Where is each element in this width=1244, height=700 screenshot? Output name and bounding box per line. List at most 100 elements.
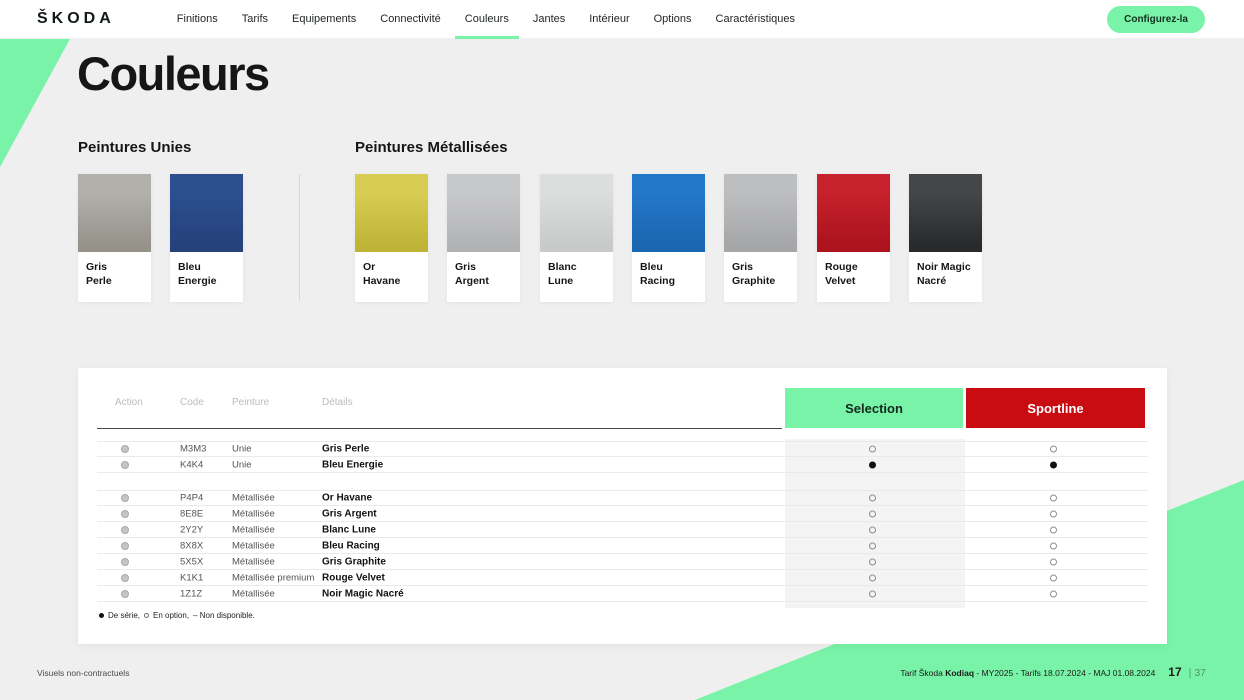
nav-item-tarifs[interactable]: Tarifs [230,0,280,39]
color-table-card: Action Code Peinture Détails Selection S… [78,368,1167,644]
preview-color-icon[interactable] [121,445,129,453]
legend-na-label: – Non disponible. [193,611,255,620]
section-divider [299,174,300,301]
skoda-logo: ŠKODA [37,10,115,28]
availability-sportline-serie [1050,461,1057,468]
swatch-color-block [447,174,520,252]
paint-name: Gris Argent [322,508,377,519]
nav-item-connectivite[interactable]: Connectivité [368,0,453,39]
preview-color-icon[interactable] [121,461,129,469]
color-rows: M3M3UnieGris Perle K4K4 Unie Bleu Energie P4… [97,441,1148,602]
paint-type: Unie [232,459,252,470]
footer-document-info: Tarif Škoda Kodiaq - MY2025 - Tarifs 18.… [900,665,1206,679]
page: ŠKODA FinitionsTarifsEquipementsConnecti… [0,0,1244,700]
availability-selection-option [869,495,876,502]
page-title: Couleurs [77,46,269,101]
availability-selection-option [869,542,876,549]
nav-item-options[interactable]: Options [642,0,704,39]
nav-item-couleurs[interactable]: Couleurs [453,0,521,39]
section-title-metallisees: Peintures Métallisées [355,139,508,156]
swatch-label: Or Havane [355,252,428,289]
table-row-p4p4: P4P4MétalliséeOr Havane [97,490,1148,506]
configure-button[interactable]: Configurez-la [1107,6,1205,33]
paint-type: Métallisée [232,540,275,551]
swatch-label: Blanc Lune [540,252,613,289]
swatch-color-block [724,174,797,252]
table-row-k1k1: K1K1Métallisée premiumRouge Velvet [97,570,1148,586]
availability-sportline-option [1050,542,1057,549]
paint-type: Métallisée premium [232,572,314,583]
availability-selection-option [869,574,876,581]
table-row-8e8e: 8E8E Métallisée Gris Argent [97,506,1148,522]
preview-color-icon[interactable] [121,494,129,502]
paint-code: M3M3 [180,444,206,455]
paint-type: Métallisée [232,588,275,599]
paint-code: K1K1 [180,572,203,583]
nav-item-finitions[interactable]: Finitions [165,0,230,39]
legend-serie-label: De série, [108,611,140,620]
paint-name: Bleu Energie [322,459,383,470]
main-nav: FinitionsTarifsEquipementsConnectivitéCo… [165,0,807,39]
swatch-label: Rouge Velvet [817,252,890,289]
column-header-details: Détails [322,397,353,408]
paint-name: Noir Magic Nacré [322,588,404,599]
trim-header-selection: Selection [785,388,963,428]
preview-color-icon[interactable] [121,510,129,518]
paint-type: Métallisée [232,524,275,535]
swatch-color-block [540,174,613,252]
swatch-label: Bleu Racing [632,252,705,289]
paint-name: Or Havane [322,493,372,504]
swatch-label: Noir Magic Nacré [909,252,982,289]
swatch-blanc-lune[interactable]: Blanc Lune [540,174,613,302]
swatch-gris-graphite[interactable]: Gris Graphite [724,174,797,302]
page-number: 17 [1168,665,1181,679]
preview-color-icon[interactable] [121,526,129,534]
paint-code: P4P4 [180,493,203,504]
nav-item-caracteristiques[interactable]: Caractéristiques [704,0,807,39]
table-legend: De série, En option, – Non disponible. [99,611,255,620]
table-row-1z1z: 1Z1ZMétalliséeNoir Magic Nacré [97,586,1148,602]
nav-item-jantes[interactable]: Jantes [521,0,577,39]
swatch-gris-argent[interactable]: Gris Argent [447,174,520,302]
availability-selection-serie [869,461,876,468]
availability-sportline-option [1050,574,1057,581]
paint-name: Gris Graphite [322,556,386,567]
swatch-label: Gris Argent [447,252,520,289]
availability-selection-option [869,590,876,597]
paint-code: 8X8X [180,540,203,551]
availability-sportline-option [1050,526,1057,533]
column-header-peinture: Peinture [232,397,269,408]
preview-color-icon[interactable] [121,542,129,550]
paint-type: Métallisée [232,508,275,519]
preview-color-icon[interactable] [121,574,129,582]
paint-code: K4K4 [180,459,203,470]
availability-selection-option [869,510,876,517]
availability-sportline-option [1050,446,1057,453]
swatch-rouge-velvet[interactable]: Rouge Velvet [817,174,890,302]
swatch-noir magic-nacre[interactable]: Noir Magic Nacré [909,174,982,302]
preview-color-icon[interactable] [121,590,129,598]
swatch-bleu-racing[interactable]: Bleu Racing [632,174,705,302]
paint-name: Gris Perle [322,444,369,455]
paint-name: Bleu Racing [322,540,380,551]
availability-selection-option [869,446,876,453]
legend-option-label: En option, [153,611,189,620]
row-group: M3M3UnieGris Perle K4K4 Unie Bleu Energie [97,441,1148,473]
swatch-label: Bleu Energie [170,252,243,289]
nav-item-interieur[interactable]: Intérieur [577,0,641,39]
paint-code: 8E8E [180,508,203,519]
swatch-color-block [78,174,151,252]
page-total: | 37 [1189,667,1206,679]
preview-color-icon[interactable] [121,558,129,566]
availability-sportline-option [1050,510,1057,517]
legend-serie-icon [99,613,104,618]
nav-item-equipements[interactable]: Equipements [280,0,368,39]
swatch-gris-perle[interactable]: Gris Perle [78,174,151,302]
footer-disclaimer: Visuels non-contractuels [37,668,129,678]
paint-name: Blanc Lune [322,524,376,535]
table-row-m3m3: M3M3UnieGris Perle [97,441,1148,457]
table-row-k4k4: K4K4 Unie Bleu Energie [97,457,1148,473]
swatch-or-havane[interactable]: Or Havane [355,174,428,302]
header-rule [97,428,782,429]
swatch-bleu-energie[interactable]: Bleu Energie [170,174,243,302]
